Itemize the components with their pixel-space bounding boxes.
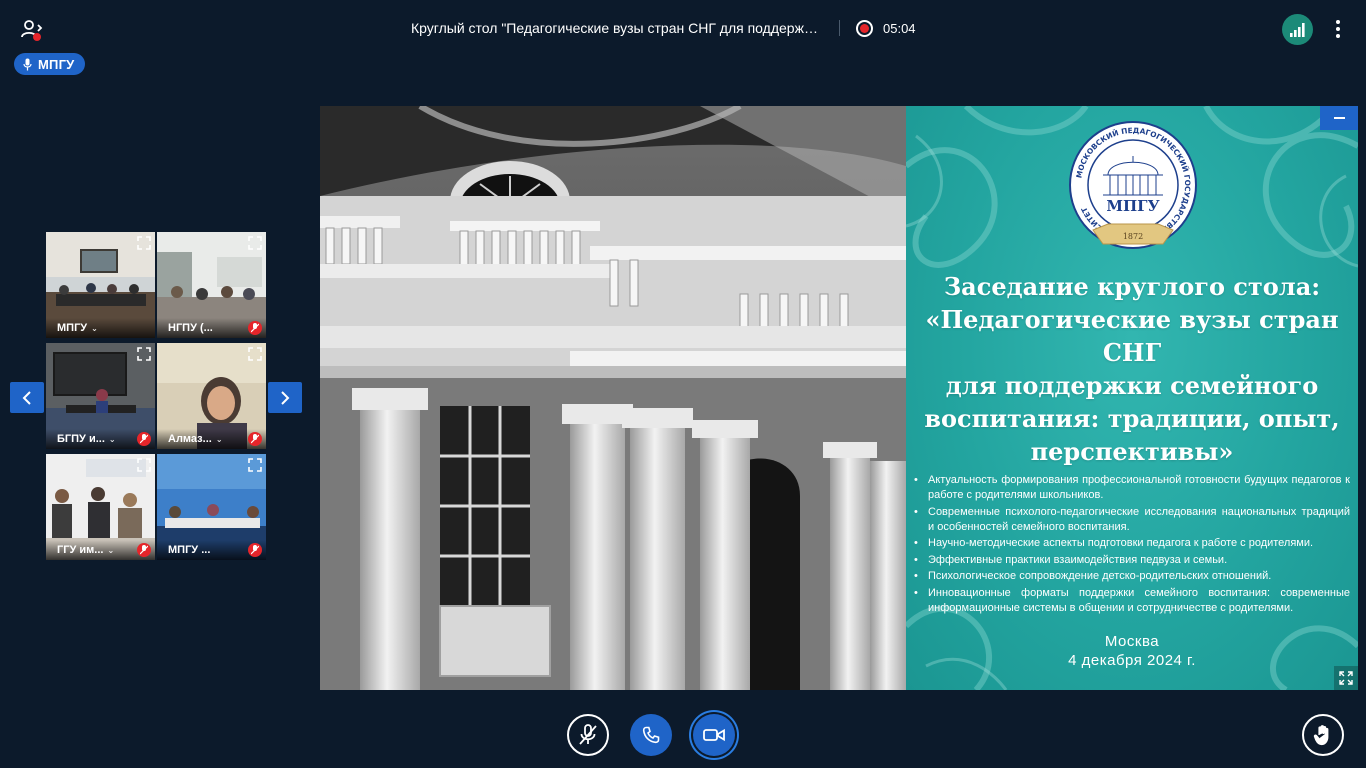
slide-footer: Москва 4 декабря 2024 г. xyxy=(906,632,1358,670)
slide-heading-line: Заседание круглого стола: xyxy=(943,272,1321,301)
chevron-down-icon[interactable]: ⌄ xyxy=(107,546,114,555)
microphone-toggle-button[interactable] xyxy=(567,714,609,756)
microphone-muted-icon xyxy=(248,321,262,335)
camera-toggle-button[interactable] xyxy=(693,714,735,756)
logo-year: 1872 xyxy=(1123,232,1143,241)
building-photo xyxy=(320,106,906,690)
chevron-down-icon[interactable]: ⌄ xyxy=(216,435,223,444)
slide-topic-list: Актуальность формирования профессиональн… xyxy=(912,473,1350,617)
participant-name: МПГУ xyxy=(57,322,88,334)
slide-topic: Психологическое сопровождение детско-род… xyxy=(912,569,1350,584)
more-dots-icon xyxy=(1336,20,1340,24)
slide-topic: Современные психолого-педагогические исс… xyxy=(912,505,1350,535)
microphone-muted-icon xyxy=(137,543,151,557)
shared-screen: МОСКОВСКИЙ ПЕДАГОГИЧЕСКИЙ ГОСУДАРСТВЕННЫ… xyxy=(320,106,1358,690)
slide-topic: Актуальность формирования профессиональн… xyxy=(912,473,1350,503)
participant-name: Алмаз... xyxy=(168,433,212,445)
active-speaker-name: МПГУ xyxy=(38,56,75,72)
expand-icon[interactable] xyxy=(137,458,151,472)
slide-heading-line: для поддержки семейного xyxy=(945,371,1319,400)
chevron-left-icon xyxy=(22,390,31,405)
participants-button[interactable] xyxy=(18,16,46,42)
participant-label: МПГУ ⌄ xyxy=(46,318,155,338)
video-camera-icon xyxy=(703,728,725,742)
participant-tile[interactable]: МПГУ ... xyxy=(157,454,266,560)
slide-heading-line: «Педагогические вузы стран СНГ xyxy=(925,305,1339,367)
participant-name: БГПУ и... xyxy=(57,433,105,445)
slide-date: 4 декабря 2024 г. xyxy=(1068,652,1196,669)
chevron-down-icon[interactable]: ⌄ xyxy=(91,324,98,333)
microphone-muted-icon xyxy=(137,432,151,446)
microphone-muted-icon xyxy=(248,543,262,557)
slide-heading-line: перспективы» xyxy=(1030,437,1234,466)
expand-icon[interactable] xyxy=(248,236,262,250)
fullscreen-button[interactable] xyxy=(1334,666,1358,690)
header-divider xyxy=(839,20,840,36)
slide-topic: Инновационные форматы поддержки семейног… xyxy=(912,586,1350,616)
raise-hand-button[interactable] xyxy=(1302,714,1344,756)
raise-hand-icon xyxy=(1313,725,1329,746)
participant-tile[interactable]: МПГУ ⌄ xyxy=(46,232,155,338)
notification-dot xyxy=(33,33,41,41)
participant-tile[interactable]: БГПУ и... ⌄ xyxy=(46,343,155,449)
participant-tile[interactable]: Алмаз... ⌄ xyxy=(157,343,266,449)
microphone-muted-icon xyxy=(248,432,262,446)
microphone-off-icon xyxy=(579,724,597,745)
slide-topic: Эффективные практики взаимодействия педв… xyxy=(912,553,1350,568)
microphone-icon xyxy=(23,58,32,70)
participant-name: НГПУ (... xyxy=(168,322,213,334)
expand-icon[interactable] xyxy=(248,458,262,472)
university-logo: МОСКОВСКИЙ ПЕДАГОГИЧЕСКИЙ ГОСУДАРСТВЕННЫ… xyxy=(1069,121,1197,249)
minimize-icon xyxy=(1333,117,1345,119)
recording-timer: 05:04 xyxy=(883,20,916,36)
connection-quality-button[interactable] xyxy=(1282,14,1313,45)
recording-icon xyxy=(856,19,873,37)
participant-tile[interactable]: ГГУ им... ⌄ xyxy=(46,454,155,560)
slide-heading-line: воспитания: традиции, опыт, xyxy=(924,404,1340,433)
conference-title: Круглый стол "Педагогические вузы стран … xyxy=(411,20,821,36)
minimize-screen-button[interactable] xyxy=(1320,106,1358,130)
conference-header: Круглый стол "Педагогические вузы стран … xyxy=(411,17,916,39)
participant-name: ГГУ им... xyxy=(57,544,104,556)
presentation-slide: МОСКОВСКИЙ ПЕДАГОГИЧЕСКИЙ ГОСУДАРСТВЕННЫ… xyxy=(906,106,1358,690)
slide-topic: Научно-методические аспекты подготовки п… xyxy=(912,536,1350,551)
participant-name: МПГУ ... xyxy=(168,544,211,556)
participant-tile[interactable]: НГПУ (... xyxy=(157,232,266,338)
more-options-button[interactable] xyxy=(1327,17,1349,41)
expand-icon[interactable] xyxy=(248,347,262,361)
logo-abbreviation: МПГУ xyxy=(1106,197,1159,215)
active-speaker-badge: МПГУ xyxy=(14,53,86,75)
slide-city: Москва xyxy=(1104,633,1160,650)
expand-icon[interactable] xyxy=(137,347,151,361)
chevron-right-icon xyxy=(281,390,290,405)
phone-icon xyxy=(642,726,660,744)
expand-icon[interactable] xyxy=(137,236,151,250)
next-page-button[interactable] xyxy=(268,382,302,413)
fullscreen-icon xyxy=(1339,671,1353,685)
slide-heading: Заседание круглого стола: «Педагогически… xyxy=(906,270,1358,468)
leave-call-button[interactable] xyxy=(630,714,672,756)
chevron-down-icon[interactable]: ⌄ xyxy=(109,435,116,444)
signal-strength-icon xyxy=(1290,22,1305,37)
previous-page-button[interactable] xyxy=(10,382,44,413)
